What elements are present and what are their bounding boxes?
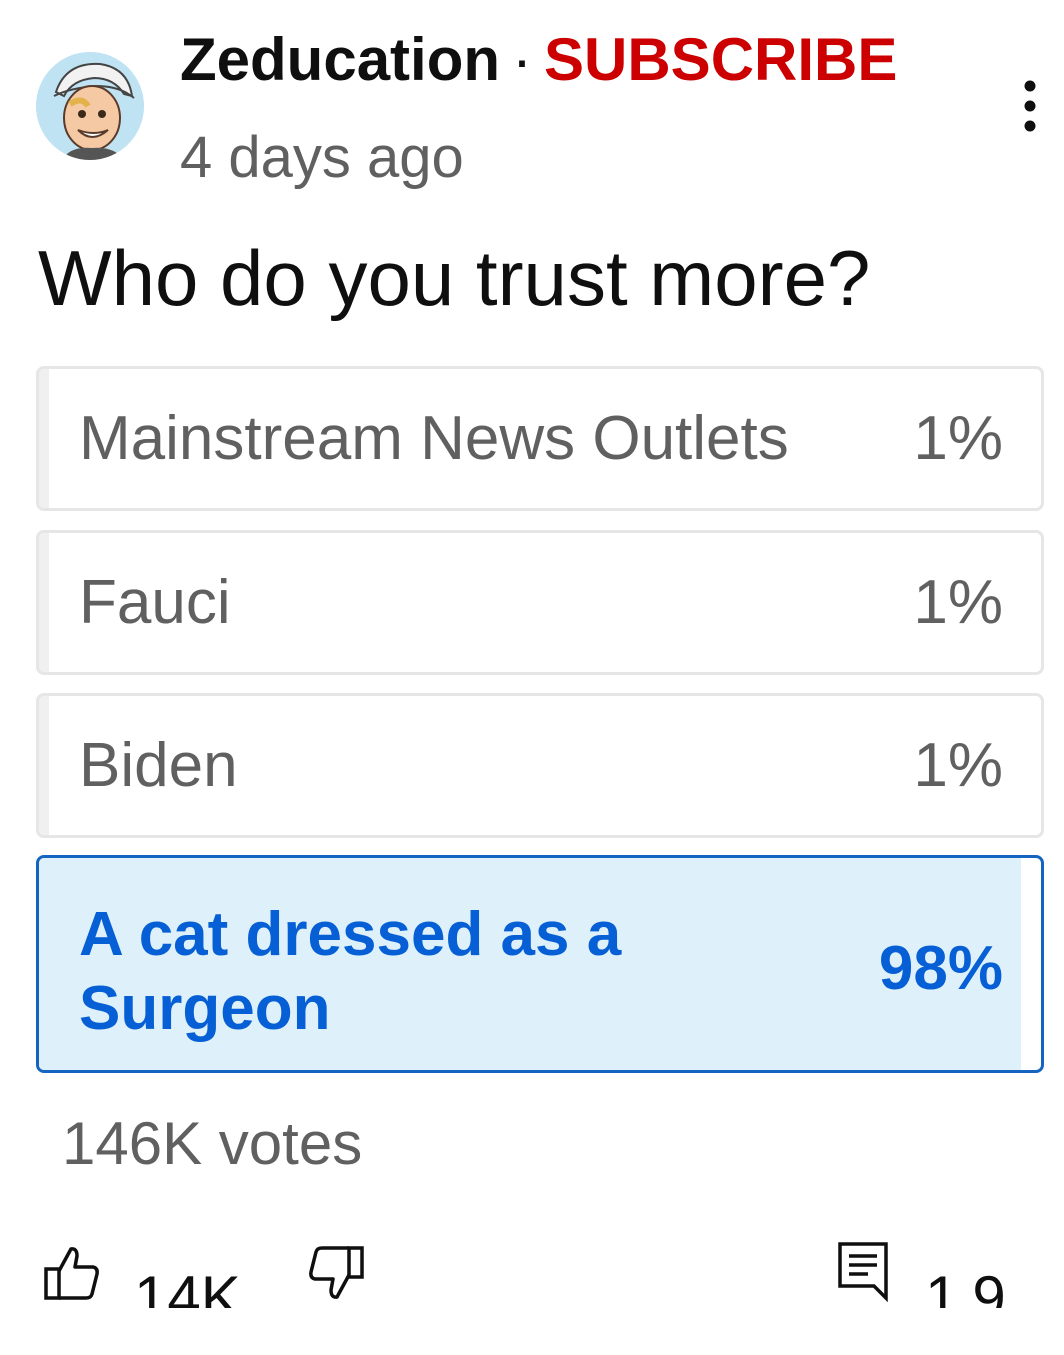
dislike-button[interactable]: [306, 1243, 366, 1303]
more-options-button[interactable]: [1004, 76, 1060, 136]
like-button[interactable]: [42, 1243, 102, 1303]
community-post: Zeducation · SUBSCRIBE 4 days ago Who do y…: [0, 0, 1064, 1355]
poll-option-fill: [39, 533, 50, 672]
poll-option-selected[interactable]: A cat dressed as a Surgeon 98%: [36, 855, 1044, 1073]
comment-icon: [838, 1242, 888, 1303]
channel-name[interactable]: Zeducation: [180, 26, 500, 93]
poll-option-percent: 1%: [913, 731, 1003, 800]
comments-button[interactable]: [836, 1240, 892, 1304]
poll-option-label: Mainstream News Outlets: [79, 404, 789, 473]
avatar-illustration: [36, 52, 144, 160]
poll-question: Who do you trust more?: [38, 234, 871, 322]
poll-option-label: Biden: [79, 731, 238, 800]
channel-line: Zeducation · SUBSCRIBE: [180, 24, 897, 96]
vote-count: 146K votes: [62, 1110, 363, 1177]
channel-avatar[interactable]: [36, 52, 144, 160]
poll-option-label: A cat dressed as a Surgeon: [79, 900, 622, 1043]
poll-option-percent: 1%: [913, 404, 1003, 473]
subscribe-button[interactable]: SUBSCRIBE: [544, 26, 897, 93]
poll-option-label: Fauci: [79, 568, 231, 637]
poll-option-fill: [39, 696, 50, 835]
more-vert-icon: [1024, 80, 1036, 132]
dot-separator: ·: [512, 26, 532, 93]
thumbs-up-icon: [44, 1247, 99, 1300]
poll-option-fill: [39, 369, 50, 508]
crop-edge: [0, 1308, 1064, 1355]
poll-option[interactable]: Fauci 1%: [36, 530, 1044, 675]
poll-option-percent: 98%: [878, 934, 1003, 1003]
poll-option-percent: 1%: [913, 568, 1003, 637]
poll-option[interactable]: Biden 1%: [36, 693, 1044, 838]
thumbs-down-icon: [309, 1246, 364, 1299]
poll-option[interactable]: Mainstream News Outlets 1%: [36, 366, 1044, 511]
post-time: 4 days ago: [180, 125, 464, 190]
